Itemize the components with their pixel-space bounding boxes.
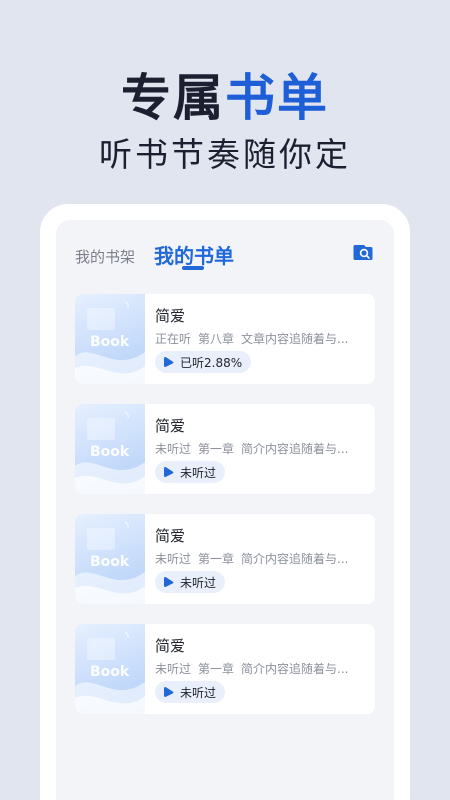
book-cover: Book: [75, 404, 145, 494]
book-meta: 正在听 第八章 文章内容追随着与...: [155, 330, 367, 347]
cover-text: Book: [90, 334, 130, 350]
summary-text: 简介内容追随着与...: [241, 552, 349, 566]
book-card[interactable]: Book 简爱 正在听 第八章 文章内容追随着与... 已听2.88%: [75, 294, 375, 384]
search-button[interactable]: [352, 242, 374, 262]
book-meta: 未听过 第一章 简介内容追随着与...: [155, 550, 367, 567]
progress-badge[interactable]: 未听过: [155, 681, 226, 703]
hero-subtitle: 听书节奏随你定: [99, 135, 351, 174]
summary-text: 文章内容追随着与...: [241, 332, 349, 346]
book-title: 简爱: [155, 307, 186, 325]
book-card[interactable]: Book 简爱 未听过 第一章 简介内容追随着与... 未听过: [75, 514, 375, 604]
book-card[interactable]: Book 简爱 未听过 第一章 简介内容追随着与... 未听过: [75, 624, 375, 714]
chapter-label: 第一章: [198, 442, 235, 456]
cover-text: Book: [90, 664, 130, 680]
badge-label: 未听过: [180, 685, 217, 700]
play-icon: [164, 356, 174, 368]
progress-badge[interactable]: 未听过: [155, 461, 226, 483]
book-cover: Book: [75, 294, 145, 384]
book-title: 简爱: [155, 527, 186, 545]
cover-text: Book: [90, 554, 130, 570]
progress-badge[interactable]: 已听2.88%: [155, 351, 252, 373]
listen-status: 未听过: [155, 552, 192, 566]
play-icon: [164, 686, 174, 698]
tab-my-shelf[interactable]: 我的书架: [75, 246, 135, 267]
chapter-label: 第一章: [198, 662, 235, 676]
active-tab-indicator: [182, 266, 204, 270]
summary-text: 简介内容追随着与...: [241, 442, 349, 456]
badge-label: 已听2.88%: [180, 355, 243, 370]
search-icon: [353, 245, 373, 260]
listen-status: 正在听: [155, 332, 192, 346]
book-cover: Book: [75, 624, 145, 714]
badge-label: 未听过: [180, 465, 217, 480]
listen-status: 未听过: [155, 442, 192, 456]
book-title: 简爱: [155, 637, 186, 655]
book-meta: 未听过 第一章 简介内容追随着与...: [155, 440, 367, 457]
tab-my-booklist[interactable]: 我的书单: [154, 240, 234, 269]
hero-title-part1: 专属: [121, 69, 225, 127]
book-title: 简爱: [155, 417, 186, 435]
book-cover: Book: [75, 514, 145, 604]
chapter-label: 第一章: [198, 552, 235, 566]
hero-title-part2: 书单: [225, 69, 329, 127]
listen-status: 未听过: [155, 662, 192, 676]
chapter-label: 第八章: [198, 332, 235, 346]
book-card[interactable]: Book 简爱 未听过 第一章 简介内容追随着与... 未听过: [75, 404, 375, 494]
cover-text: Book: [90, 444, 130, 460]
badge-label: 未听过: [180, 575, 217, 590]
play-icon: [164, 576, 174, 588]
progress-badge[interactable]: 未听过: [155, 571, 226, 593]
summary-text: 简介内容追随着与...: [241, 662, 349, 676]
hero-title: 专属书单: [0, 58, 450, 130]
book-meta: 未听过 第一章 简介内容追随着与...: [155, 660, 367, 677]
play-icon: [164, 466, 174, 478]
